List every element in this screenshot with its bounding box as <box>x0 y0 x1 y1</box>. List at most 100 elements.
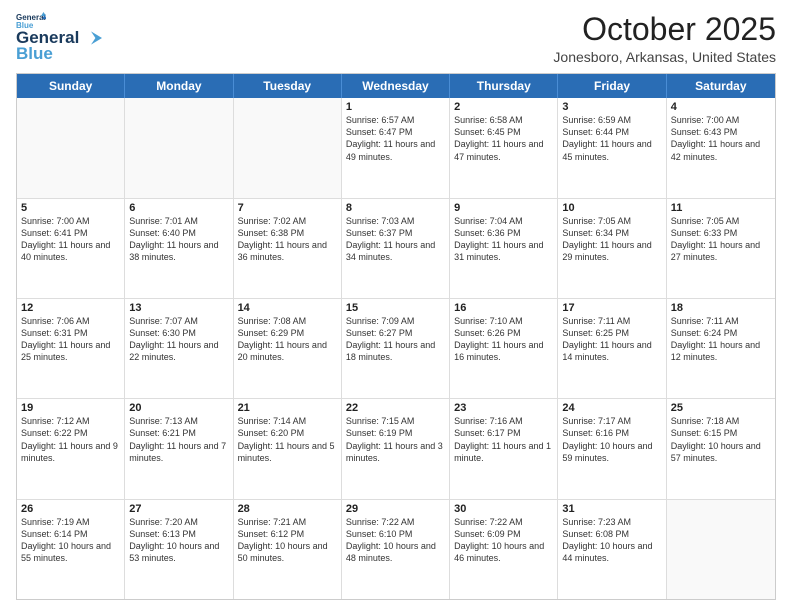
day-info: Sunrise: 6:59 AM Sunset: 6:44 PM Dayligh… <box>562 114 661 163</box>
day-info: Sunrise: 7:19 AM Sunset: 6:14 PM Dayligh… <box>21 516 120 565</box>
day-number: 24 <box>562 402 661 414</box>
day-number: 30 <box>454 503 553 515</box>
day-info: Sunrise: 7:14 AM Sunset: 6:20 PM Dayligh… <box>238 415 337 464</box>
day-info: Sunrise: 7:22 AM Sunset: 6:09 PM Dayligh… <box>454 516 553 565</box>
calendar-cell: 28Sunrise: 7:21 AM Sunset: 6:12 PM Dayli… <box>234 500 342 599</box>
header: General Blue General Blue October 2025 J… <box>16 12 776 65</box>
day-info: Sunrise: 7:23 AM Sunset: 6:08 PM Dayligh… <box>562 516 661 565</box>
calendar-cell: 22Sunrise: 7:15 AM Sunset: 6:19 PM Dayli… <box>342 399 450 498</box>
day-number: 15 <box>346 302 445 314</box>
calendar-header: SundayMondayTuesdayWednesdayThursdayFrid… <box>17 74 775 98</box>
day-number: 20 <box>129 402 228 414</box>
calendar-cell: 14Sunrise: 7:08 AM Sunset: 6:29 PM Dayli… <box>234 299 342 398</box>
calendar-cell: 2Sunrise: 6:58 AM Sunset: 6:45 PM Daylig… <box>450 98 558 197</box>
weekday-header-thursday: Thursday <box>450 74 558 98</box>
calendar-cell <box>17 98 125 197</box>
calendar-body: 1Sunrise: 6:57 AM Sunset: 6:47 PM Daylig… <box>17 98 775 599</box>
day-number: 8 <box>346 202 445 214</box>
calendar-cell: 21Sunrise: 7:14 AM Sunset: 6:20 PM Dayli… <box>234 399 342 498</box>
calendar-cell <box>234 98 342 197</box>
day-number: 28 <box>238 503 337 515</box>
day-number: 1 <box>346 101 445 113</box>
day-number: 16 <box>454 302 553 314</box>
day-number: 4 <box>671 101 771 113</box>
calendar-cell: 29Sunrise: 7:22 AM Sunset: 6:10 PM Dayli… <box>342 500 450 599</box>
calendar-cell: 16Sunrise: 7:10 AM Sunset: 6:26 PM Dayli… <box>450 299 558 398</box>
calendar-cell: 11Sunrise: 7:05 AM Sunset: 6:33 PM Dayli… <box>667 199 775 298</box>
day-info: Sunrise: 6:58 AM Sunset: 6:45 PM Dayligh… <box>454 114 553 163</box>
day-info: Sunrise: 7:12 AM Sunset: 6:22 PM Dayligh… <box>21 415 120 464</box>
day-number: 14 <box>238 302 337 314</box>
calendar-cell: 6Sunrise: 7:01 AM Sunset: 6:40 PM Daylig… <box>125 199 233 298</box>
calendar-cell: 27Sunrise: 7:20 AM Sunset: 6:13 PM Dayli… <box>125 500 233 599</box>
day-number: 29 <box>346 503 445 515</box>
day-number: 21 <box>238 402 337 414</box>
day-info: Sunrise: 7:03 AM Sunset: 6:37 PM Dayligh… <box>346 215 445 264</box>
calendar: SundayMondayTuesdayWednesdayThursdayFrid… <box>16 73 776 600</box>
calendar-row-3: 12Sunrise: 7:06 AM Sunset: 6:31 PM Dayli… <box>17 299 775 399</box>
calendar-cell <box>667 500 775 599</box>
calendar-row-1: 1Sunrise: 6:57 AM Sunset: 6:47 PM Daylig… <box>17 98 775 198</box>
day-number: 12 <box>21 302 120 314</box>
day-number: 11 <box>671 202 771 214</box>
calendar-cell: 20Sunrise: 7:13 AM Sunset: 6:21 PM Dayli… <box>125 399 233 498</box>
weekday-header-saturday: Saturday <box>667 74 775 98</box>
logo: General Blue General Blue <box>16 12 103 64</box>
day-info: Sunrise: 7:11 AM Sunset: 6:25 PM Dayligh… <box>562 315 661 364</box>
weekday-header-sunday: Sunday <box>17 74 125 98</box>
calendar-cell: 18Sunrise: 7:11 AM Sunset: 6:24 PM Dayli… <box>667 299 775 398</box>
day-info: Sunrise: 7:05 AM Sunset: 6:33 PM Dayligh… <box>671 215 771 264</box>
calendar-cell: 3Sunrise: 6:59 AM Sunset: 6:44 PM Daylig… <box>558 98 666 197</box>
calendar-row-2: 5Sunrise: 7:00 AM Sunset: 6:41 PM Daylig… <box>17 199 775 299</box>
day-info: Sunrise: 6:57 AM Sunset: 6:47 PM Dayligh… <box>346 114 445 163</box>
logo-bird <box>80 31 102 45</box>
calendar-cell: 24Sunrise: 7:17 AM Sunset: 6:16 PM Dayli… <box>558 399 666 498</box>
month-title: October 2025 <box>553 12 776 47</box>
calendar-cell: 13Sunrise: 7:07 AM Sunset: 6:30 PM Dayli… <box>125 299 233 398</box>
day-number: 13 <box>129 302 228 314</box>
day-number: 10 <box>562 202 661 214</box>
day-number: 3 <box>562 101 661 113</box>
calendar-cell: 26Sunrise: 7:19 AM Sunset: 6:14 PM Dayli… <box>17 500 125 599</box>
day-info: Sunrise: 7:13 AM Sunset: 6:21 PM Dayligh… <box>129 415 228 464</box>
day-info: Sunrise: 7:10 AM Sunset: 6:26 PM Dayligh… <box>454 315 553 364</box>
calendar-cell: 19Sunrise: 7:12 AM Sunset: 6:22 PM Dayli… <box>17 399 125 498</box>
day-number: 2 <box>454 101 553 113</box>
calendar-cell: 5Sunrise: 7:00 AM Sunset: 6:41 PM Daylig… <box>17 199 125 298</box>
day-info: Sunrise: 7:21 AM Sunset: 6:12 PM Dayligh… <box>238 516 337 565</box>
calendar-row-4: 19Sunrise: 7:12 AM Sunset: 6:22 PM Dayli… <box>17 399 775 499</box>
calendar-cell: 15Sunrise: 7:09 AM Sunset: 6:27 PM Dayli… <box>342 299 450 398</box>
day-info: Sunrise: 7:17 AM Sunset: 6:16 PM Dayligh… <box>562 415 661 464</box>
day-info: Sunrise: 7:05 AM Sunset: 6:34 PM Dayligh… <box>562 215 661 264</box>
day-number: 19 <box>21 402 120 414</box>
calendar-cell: 30Sunrise: 7:22 AM Sunset: 6:09 PM Dayli… <box>450 500 558 599</box>
calendar-cell: 9Sunrise: 7:04 AM Sunset: 6:36 PM Daylig… <box>450 199 558 298</box>
day-info: Sunrise: 7:20 AM Sunset: 6:13 PM Dayligh… <box>129 516 228 565</box>
day-info: Sunrise: 7:08 AM Sunset: 6:29 PM Dayligh… <box>238 315 337 364</box>
logo-blue: Blue <box>16 44 53 64</box>
day-info: Sunrise: 7:15 AM Sunset: 6:19 PM Dayligh… <box>346 415 445 464</box>
day-info: Sunrise: 7:07 AM Sunset: 6:30 PM Dayligh… <box>129 315 228 364</box>
day-number: 17 <box>562 302 661 314</box>
calendar-cell: 8Sunrise: 7:03 AM Sunset: 6:37 PM Daylig… <box>342 199 450 298</box>
day-info: Sunrise: 7:09 AM Sunset: 6:27 PM Dayligh… <box>346 315 445 364</box>
day-info: Sunrise: 7:01 AM Sunset: 6:40 PM Dayligh… <box>129 215 228 264</box>
calendar-cell: 12Sunrise: 7:06 AM Sunset: 6:31 PM Dayli… <box>17 299 125 398</box>
day-number: 26 <box>21 503 120 515</box>
day-info: Sunrise: 7:16 AM Sunset: 6:17 PM Dayligh… <box>454 415 553 464</box>
location-title: Jonesboro, Arkansas, United States <box>553 49 776 65</box>
day-info: Sunrise: 7:18 AM Sunset: 6:15 PM Dayligh… <box>671 415 771 464</box>
calendar-cell: 23Sunrise: 7:16 AM Sunset: 6:17 PM Dayli… <box>450 399 558 498</box>
day-number: 31 <box>562 503 661 515</box>
day-number: 23 <box>454 402 553 414</box>
day-number: 25 <box>671 402 771 414</box>
day-number: 9 <box>454 202 553 214</box>
calendar-cell: 4Sunrise: 7:00 AM Sunset: 6:43 PM Daylig… <box>667 98 775 197</box>
calendar-cell: 25Sunrise: 7:18 AM Sunset: 6:15 PM Dayli… <box>667 399 775 498</box>
calendar-cell: 10Sunrise: 7:05 AM Sunset: 6:34 PM Dayli… <box>558 199 666 298</box>
calendar-cell <box>125 98 233 197</box>
weekday-header-tuesday: Tuesday <box>234 74 342 98</box>
calendar-cell: 1Sunrise: 6:57 AM Sunset: 6:47 PM Daylig… <box>342 98 450 197</box>
day-info: Sunrise: 7:02 AM Sunset: 6:38 PM Dayligh… <box>238 215 337 264</box>
calendar-cell: 7Sunrise: 7:02 AM Sunset: 6:38 PM Daylig… <box>234 199 342 298</box>
